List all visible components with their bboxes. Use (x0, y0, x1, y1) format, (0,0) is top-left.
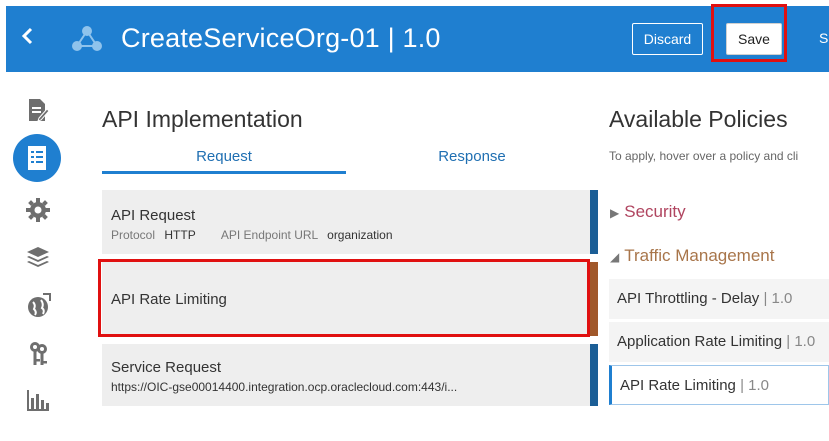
tab-response[interactable]: Response (350, 148, 594, 165)
active-tab-underline (102, 171, 346, 174)
policy-version: 1.0 (771, 290, 793, 307)
list-document-icon[interactable] (13, 134, 61, 182)
section-traffic-management[interactable]: ◢ Traffic Management (610, 246, 774, 266)
gear-icon[interactable] (24, 196, 52, 224)
policy-item[interactable]: Application Rate Limiting | 1.0 (609, 322, 829, 362)
protocol-label: Protocol (111, 228, 156, 242)
card-title: Service Request (111, 359, 222, 376)
header-bar: CreateServiceOrg-01 | 1.0 Discard Save S (6, 6, 829, 72)
endpoint-value: organization (327, 228, 393, 242)
endpoint-label: API Endpoint URL (220, 228, 318, 242)
implementation-title: API Implementation (102, 106, 303, 132)
card-title: API Request (111, 207, 196, 224)
rate-limiting-highlight-box (98, 259, 590, 337)
document-edit-icon[interactable] (24, 96, 52, 124)
flow-bar-segment (590, 344, 598, 406)
policy-version: 1.0 (748, 377, 769, 394)
integration-icon (70, 24, 104, 54)
policy-name: Application Rate Limiting (617, 333, 783, 350)
flow-bar-segment (590, 190, 598, 254)
bar-chart-icon[interactable] (24, 386, 52, 414)
section-label: Security (624, 202, 686, 221)
tab-request[interactable]: Request (102, 148, 346, 165)
discard-button[interactable]: Discard (632, 23, 703, 55)
caret-right-icon: ▶ (610, 206, 620, 220)
policy-version: 1.0 (794, 333, 816, 350)
policy-separator: | (740, 377, 749, 394)
section-security[interactable]: ▶ Security (610, 202, 686, 222)
layers-icon[interactable] (24, 243, 52, 271)
policy-item[interactable]: API Throttling - Delay | 1.0 (609, 279, 829, 319)
service-request-card[interactable]: Service Request https://OIC-gse00014400.… (102, 344, 590, 406)
keys-icon[interactable] (24, 340, 52, 368)
policy-name: API Throttling - Delay (617, 290, 760, 307)
policy-name: API Rate Limiting (620, 377, 736, 394)
flow-bar-segment (590, 262, 598, 336)
protocol-value: HTTP (164, 228, 196, 242)
caret-down-icon: ◢ (610, 250, 620, 264)
truncated-header-label: S (819, 30, 829, 46)
policies-hint: To apply, hover over a policy and cli (609, 149, 799, 163)
policy-separator: | (763, 290, 772, 307)
globe-icon[interactable] (24, 292, 52, 320)
api-request-card[interactable]: API Request Protocol HTTP API Endpoint U… (102, 190, 590, 254)
card-meta: Protocol HTTP API Endpoint URL organizat… (111, 228, 393, 242)
section-label: Traffic Management (624, 246, 775, 265)
save-highlight-box (711, 4, 787, 62)
service-url: https://OIC-gse00014400.integration.ocp.… (111, 380, 458, 394)
policy-item-selected[interactable]: API Rate Limiting | 1.0 (609, 365, 829, 405)
policies-title: Available Policies (609, 106, 788, 132)
page-title: CreateServiceOrg-01 | 1.0 (121, 23, 441, 53)
chevron-left-icon[interactable] (16, 26, 40, 50)
